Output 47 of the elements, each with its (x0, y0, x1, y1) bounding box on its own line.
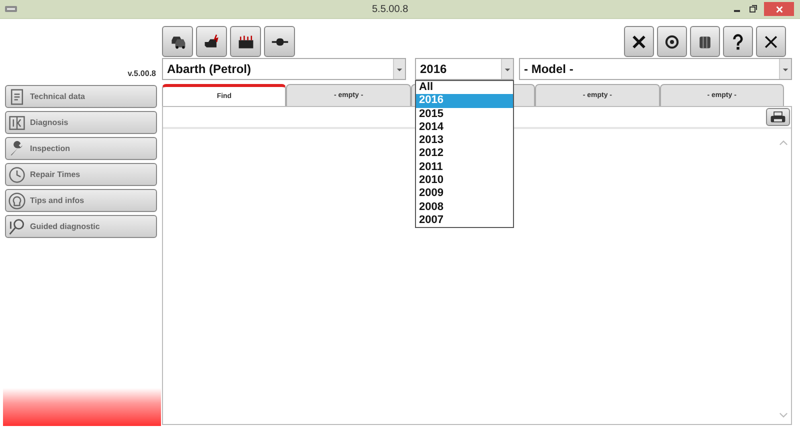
dropdown-option[interactable]: 2010 (416, 174, 513, 188)
restore-icon[interactable] (748, 4, 758, 14)
brand-select[interactable]: Abarth (Petrol) (162, 58, 406, 80)
lightbulb-icon (8, 192, 26, 210)
dropdown-arrow-icon (782, 66, 789, 72)
year-select[interactable]: 2016 (415, 58, 514, 80)
sidebar-item[interactable]: Diagnosis (5, 111, 157, 134)
help-button[interactable] (723, 26, 753, 57)
engine-button[interactable] (196, 26, 227, 57)
dropdown-option[interactable]: 2008 (416, 200, 513, 214)
sidebar-item[interactable]: Inspection (5, 137, 157, 160)
cars-button[interactable] (162, 26, 193, 57)
dropdown-option[interactable]: 2012 (416, 147, 513, 161)
dropdown-option[interactable]: 2013 (416, 134, 513, 148)
app-icon (5, 5, 17, 13)
dropdown-option[interactable]: 2015 (416, 108, 513, 121)
dropdown-arrow-icon (504, 66, 511, 72)
dropdown-option[interactable]: 2014 (416, 120, 513, 134)
disc-button[interactable] (657, 26, 687, 57)
version-label: v.5.00.8 (128, 69, 156, 78)
disc-icon (664, 34, 680, 50)
connector-button[interactable] (264, 26, 295, 57)
diagnosis-icon (8, 114, 26, 132)
window-title: 5.5.00.8 (372, 4, 408, 14)
engine-icon (202, 32, 220, 50)
dropdown-option[interactable]: 2009 (416, 187, 513, 201)
tools-button[interactable] (624, 26, 654, 57)
box-button[interactable] (690, 26, 720, 57)
sidebar-item[interactable]: Technical data (5, 85, 157, 108)
magnifier-icon (8, 218, 26, 236)
battery-icon (236, 32, 254, 50)
close-icon (774, 4, 784, 14)
sidebar-item[interactable]: Tips and infos (5, 189, 157, 212)
sidebar-item[interactable]: Repair Times (5, 163, 157, 186)
model-select[interactable]: - Model - (519, 58, 792, 80)
dropdown-option[interactable]: 2011 (416, 160, 513, 174)
print-button[interactable] (766, 108, 790, 126)
printer-icon (770, 110, 786, 124)
battery-button[interactable] (230, 26, 261, 57)
dropdown-option[interactable]: All (416, 81, 513, 94)
close-button[interactable] (756, 26, 786, 57)
document-icon (8, 88, 26, 106)
close-window-button[interactable] (764, 2, 794, 16)
dropdown-option[interactable]: 2007 (416, 214, 513, 228)
clock-icon (8, 166, 26, 184)
sidebar-item[interactable]: Guided diagnostic (5, 215, 157, 238)
dropdown-arrow-icon (396, 66, 403, 72)
